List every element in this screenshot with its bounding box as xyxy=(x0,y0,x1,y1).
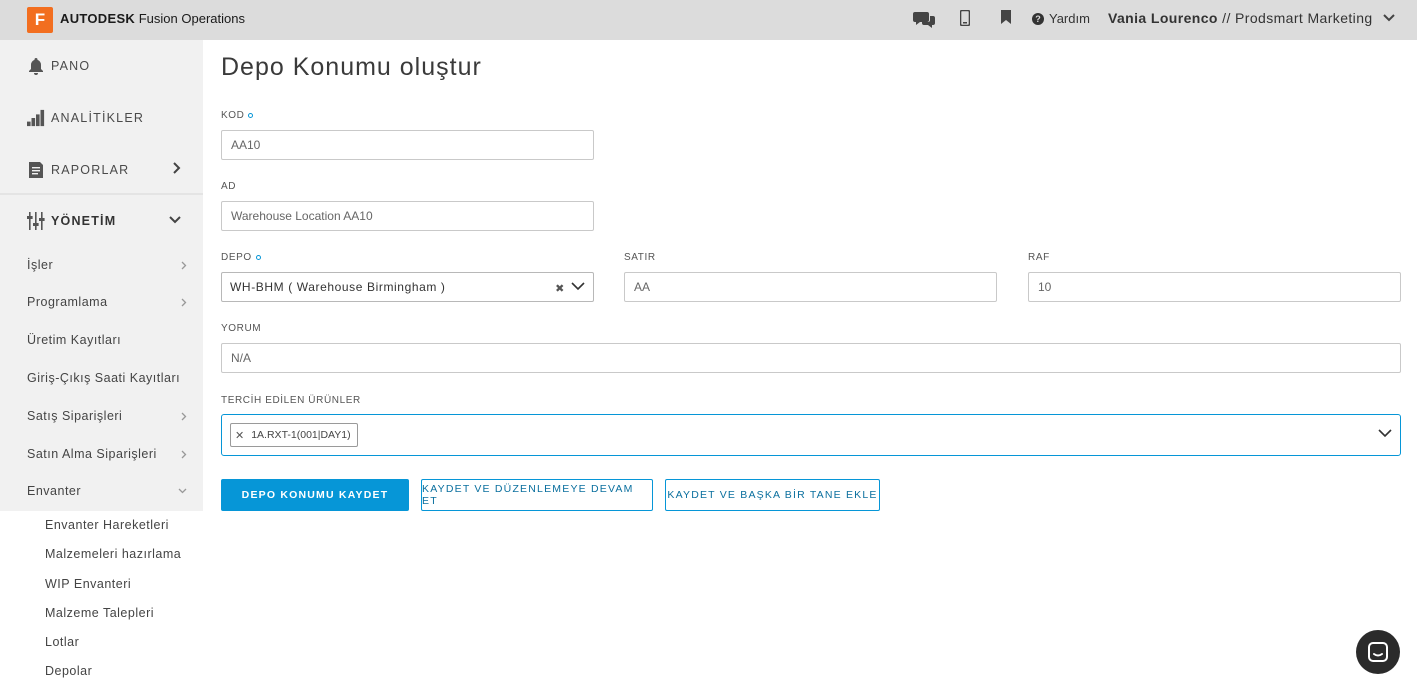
user-menu[interactable]: Vania Lourenco // Prodsmart Marketing xyxy=(1108,10,1395,26)
save-and-continue-button[interactable]: KAYDET VE DÜZENLEMEYE DEVAM ET xyxy=(421,479,653,511)
sidebar-item-label: ANALİTİKLER xyxy=(51,111,145,125)
chevron-right-icon xyxy=(181,261,187,270)
sidebar-subitem-label: Satış Siparişleri xyxy=(27,409,123,423)
name-field[interactable]: Warehouse Location AA10 xyxy=(221,201,594,231)
chevron-down-icon[interactable] xyxy=(571,282,585,291)
sidebar-item-raporlar[interactable]: RAPORLAR xyxy=(0,144,203,196)
code-label: KOD xyxy=(221,110,254,121)
warehouse-label-text: DEPO xyxy=(221,252,252,263)
chevron-right-icon xyxy=(173,162,181,174)
shelf-field[interactable]: 10 xyxy=(1028,272,1401,302)
chevron-right-icon xyxy=(181,412,187,421)
user-org-text: Vania Lourenco // Prodsmart Marketing xyxy=(1108,10,1373,26)
preferred-products-label: TERCİH EDİLEN ÜRÜNLER xyxy=(221,395,361,406)
sidebar-item-isler[interactable]: İşler xyxy=(27,258,187,272)
user-separator: // xyxy=(1217,10,1236,26)
chevron-down-icon[interactable] xyxy=(1378,429,1392,438)
required-icon xyxy=(248,113,254,118)
fusion-logo[interactable]: F xyxy=(27,7,53,33)
sidebar-item-envanter[interactable]: Envanter xyxy=(27,484,187,498)
sidebar-item-programlama[interactable]: Programlama xyxy=(27,295,187,309)
sidebar-item-lotlar[interactable]: Lotlar xyxy=(45,635,79,649)
comment-label: YORUM xyxy=(221,323,261,334)
chat-launcher[interactable] xyxy=(1356,630,1400,674)
chevron-down-icon xyxy=(1382,14,1395,22)
report-icon xyxy=(27,160,45,180)
sidebar-item-wip-envanteri[interactable]: WIP Envanteri xyxy=(45,577,131,591)
clear-icon[interactable]: ✖ xyxy=(555,282,565,295)
sidebar-item-giris-cikis[interactable]: Giriş-Çıkış Saati Kayıtları xyxy=(27,371,197,385)
shelf-label-text: RAF xyxy=(1028,252,1050,263)
chat-bubble-icon xyxy=(1368,642,1388,662)
bookmark-icon[interactable] xyxy=(1001,10,1011,24)
sidebar-item-envanter-hareketleri[interactable]: Envanter Hareketleri xyxy=(45,518,169,532)
comment-field[interactable]: N/A xyxy=(221,343,1401,373)
sidebar-item-yonetim[interactable]: YÖNETİM xyxy=(0,195,203,247)
sidebar-item-analitikler[interactable]: ANALİTİKLER xyxy=(0,92,203,144)
product-tag-label: 1A.RXT-1(001|DAY1) xyxy=(251,429,351,441)
user-name: Vania Lourenco xyxy=(1108,10,1218,26)
sidebar-subitem-label: İşler xyxy=(27,258,54,272)
brand-autodesk: AUTODESK xyxy=(60,11,136,26)
code-label-text: KOD xyxy=(221,110,245,121)
chevron-right-icon xyxy=(181,450,187,459)
required-icon xyxy=(255,255,261,260)
org-name: Prodsmart Marketing xyxy=(1235,10,1373,26)
preferred-products-select[interactable]: ✕ 1A.RXT-1(001|DAY1) xyxy=(221,414,1401,456)
row-label-text: SATIR xyxy=(624,252,656,263)
comment-label-text: YORUM xyxy=(221,323,262,334)
sidebar-item-label: RAPORLAR xyxy=(51,163,130,177)
name-label-text: AD xyxy=(221,181,237,192)
sidebar-subitem-label: Programlama xyxy=(27,295,108,309)
help-link[interactable]: ? Yardım xyxy=(1032,11,1090,26)
sidebar-item-pano[interactable]: PANO xyxy=(0,40,203,92)
warehouse-select[interactable]: WH-BHM ( Warehouse Birmingham ) ✖ xyxy=(221,272,594,302)
inventory-submenu: Envanter Hareketleri Malzemeleri hazırla… xyxy=(0,511,203,692)
sidebar-item-label: YÖNETİM xyxy=(51,214,117,228)
help-label: Yardım xyxy=(1049,11,1090,26)
sidebar: PANO ANALİTİKLER RAPORLAR YÖNETİM İşler … xyxy=(0,40,203,692)
sidebar-item-uretim-kayitlari[interactable]: Üretim Kayıtları xyxy=(27,333,187,347)
sidebar-item-satis-siparisleri[interactable]: Satış Siparişleri xyxy=(27,409,187,423)
code-field[interactable]: AA10 xyxy=(221,130,594,160)
sidebar-item-malzeme-talepleri[interactable]: Malzeme Talepleri xyxy=(45,606,154,620)
remove-tag-icon[interactable]: ✕ xyxy=(235,429,244,442)
page-title: Depo Konumu oluştur xyxy=(221,53,482,81)
help-icon: ? xyxy=(1032,12,1044,25)
brand-title: AUTODESK Fusion Operations xyxy=(60,11,245,26)
mobile-icon[interactable] xyxy=(960,10,970,26)
warehouse-selected-value: WH-BHM ( Warehouse Birmingham ) xyxy=(230,280,446,294)
save-and-add-another-button[interactable]: KAYDET VE BAŞKA BİR TANE EKLE xyxy=(665,479,880,511)
warehouse-label: DEPO xyxy=(221,252,261,263)
shelf-label: RAF xyxy=(1028,252,1050,263)
chevron-down-icon xyxy=(178,488,187,494)
product-tag: ✕ 1A.RXT-1(001|DAY1) xyxy=(230,423,358,447)
chat-icon[interactable] xyxy=(913,10,935,28)
sidebar-subitem-label: Envanter xyxy=(27,484,82,498)
row-field[interactable]: AA xyxy=(624,272,997,302)
sidebar-item-malzemeleri-hazirlama[interactable]: Malzemeleri hazırlama xyxy=(45,547,181,561)
sidebar-item-satin-alma[interactable]: Satın Alma Siparişleri xyxy=(27,447,187,461)
preferred-products-label-text: TERCİH EDİLEN ÜRÜNLER xyxy=(221,395,361,406)
sidebar-subitem-label: Giriş-Çıkış Saati Kayıtları xyxy=(27,371,181,385)
chevron-down-icon xyxy=(169,216,181,224)
bar-chart-icon xyxy=(27,108,45,128)
chevron-right-icon xyxy=(181,298,187,307)
sidebar-subitem-label: Üretim Kayıtları xyxy=(27,333,122,347)
sidebar-item-depolar[interactable]: Depolar xyxy=(45,664,92,678)
save-location-button[interactable]: DEPO KONUMU KAYDET xyxy=(221,479,409,511)
sidebar-item-label: PANO xyxy=(51,59,91,73)
name-label: AD xyxy=(221,181,236,192)
row-label: SATIR xyxy=(624,252,656,263)
sidebar-subitem-label: Satın Alma Siparişleri xyxy=(27,447,157,461)
brand-product: Fusion Operations xyxy=(135,11,245,26)
top-bar: F AUTODESK Fusion Operations ? Yardım Va… xyxy=(0,0,1417,40)
bell-icon xyxy=(27,56,45,76)
sliders-icon xyxy=(27,211,45,231)
